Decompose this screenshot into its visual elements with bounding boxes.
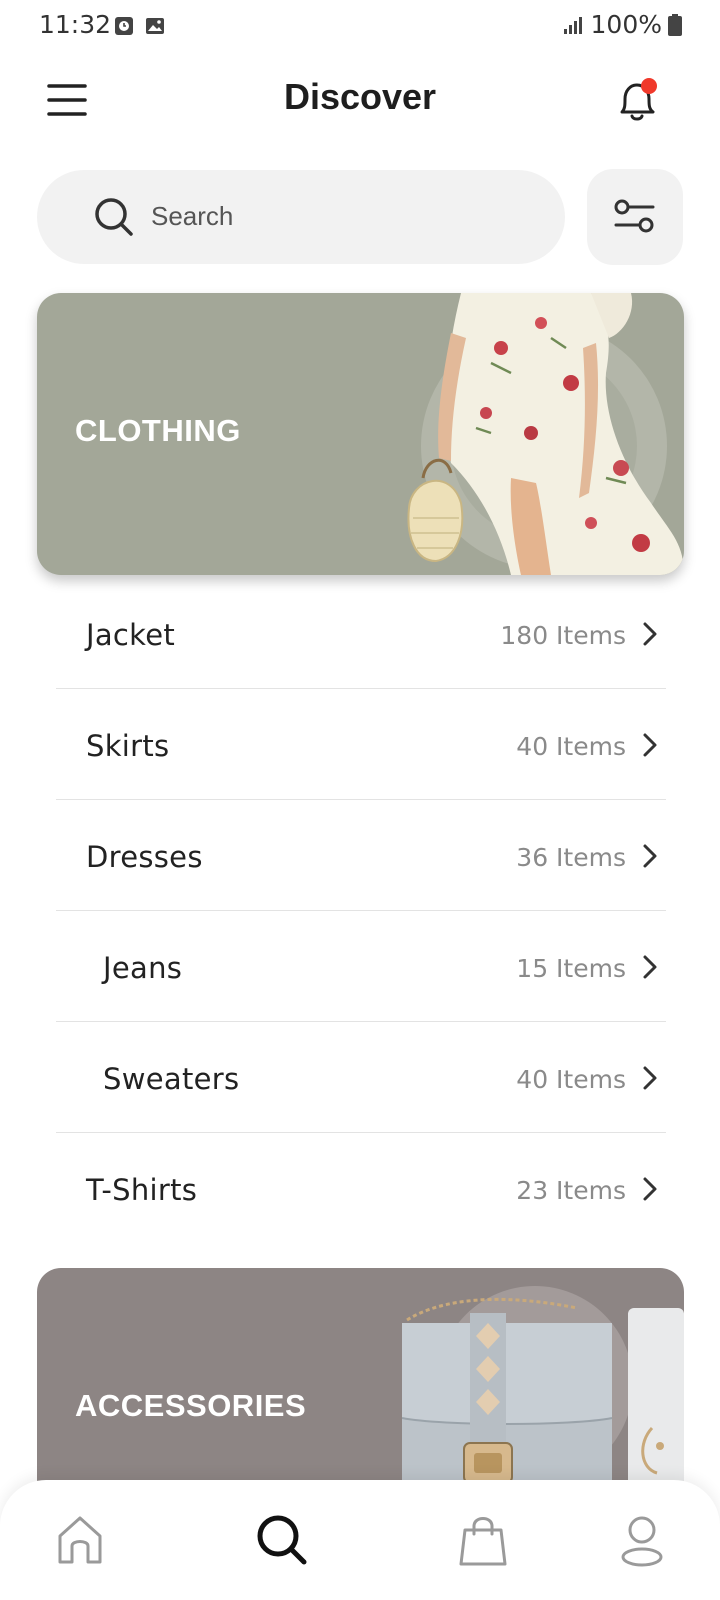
category-name: Skirts [86, 729, 170, 763]
signal-icon [563, 16, 582, 34]
bell-icon[interactable] [612, 74, 662, 126]
category-count: 40 Items [516, 1065, 626, 1094]
status-bar: 11:32 100% [0, 0, 720, 52]
status-time: 11:32 [39, 10, 112, 39]
list-item[interactable]: Sweaters 40 Items [56, 1022, 666, 1133]
category-count: 180 Items [500, 621, 626, 650]
list-item[interactable]: Skirts 40 Items [56, 689, 666, 800]
chevron-right-icon [643, 622, 657, 646]
nav-search-icon[interactable] [252, 1510, 312, 1570]
chevron-right-icon [643, 955, 657, 979]
clock-notification-icon [115, 17, 133, 35]
category-name: Jacket [86, 618, 176, 652]
chevron-right-icon [643, 1066, 657, 1090]
notification-badge [641, 78, 657, 94]
chevron-right-icon [643, 844, 657, 868]
image-notification-icon [146, 18, 164, 34]
status-right: 100% [563, 10, 682, 39]
filter-button[interactable] [587, 169, 683, 265]
search-input[interactable]: Search [37, 170, 565, 264]
category-count: 36 Items [516, 843, 626, 872]
clothing-banner[interactable]: CLOTHING [37, 293, 684, 575]
category-name: Sweaters [103, 1062, 240, 1096]
battery-icon [668, 13, 682, 36]
category-count: 23 Items [516, 1176, 626, 1205]
category-count: 40 Items [516, 732, 626, 761]
category-count: 15 Items [516, 954, 626, 983]
chevron-right-icon [643, 1177, 657, 1201]
accessories-label: ACCESSORIES [75, 1388, 307, 1423]
list-item[interactable]: Jacket 180 Items [56, 578, 666, 689]
category-name: Dresses [86, 840, 203, 874]
header: Discover [0, 62, 720, 138]
category-name: T-Shirts [86, 1173, 198, 1207]
category-list: Jacket 180 Items Skirts 40 Items Dresses… [56, 578, 666, 1244]
shopping-bag-icon[interactable] [453, 1510, 513, 1570]
chevron-right-icon [643, 733, 657, 757]
sliders-filter-icon [614, 199, 655, 233]
profile-icon[interactable] [612, 1510, 672, 1570]
search-placeholder: Search [151, 201, 234, 231]
clothing-label: CLOTHING [75, 413, 241, 448]
home-icon[interactable] [50, 1510, 110, 1570]
list-item[interactable]: T-Shirts 23 Items [56, 1133, 666, 1244]
list-item[interactable]: Jeans 15 Items [56, 911, 666, 1022]
category-name: Jeans [103, 951, 183, 985]
bottom-navigation [0, 1480, 720, 1600]
list-item[interactable]: Dresses 36 Items [56, 800, 666, 911]
battery-percent: 100% [590, 10, 662, 39]
model-photo [407, 293, 684, 575]
search-icon [95, 198, 133, 236]
